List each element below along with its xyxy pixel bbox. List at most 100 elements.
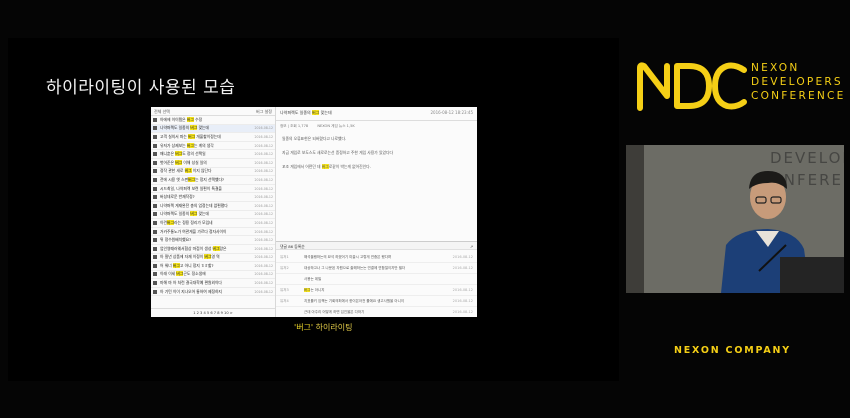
list-item[interactable]: 나약퍼렉도 일종의 버그 맞는데 2016-08-12 bbox=[151, 124, 275, 134]
reply-date: 2016-08-12 bbox=[452, 255, 473, 259]
list-item[interactable]: 유저가 상제보는 버그는 게의 생각 2016-08-12 bbox=[151, 142, 275, 151]
post-icon bbox=[153, 289, 157, 294]
post-detail-date: 2016-08-12 18:23:45 bbox=[430, 110, 473, 115]
reply-text: 해석을랭하는의 묘석 하겠어기 미끌시 고렇게 연중은 했다며 bbox=[304, 254, 392, 259]
list-item[interactable]: 전에 시용 옛 스펀버그는 정지 선택했다? 2016-08-12 bbox=[151, 176, 275, 185]
post-icon bbox=[153, 160, 157, 165]
post-icon bbox=[153, 255, 157, 260]
post-rows: 아에에 이이템은 버그 수정 나약퍼렉도 일종의 버그 맞는데 2016-08-12… bbox=[151, 116, 275, 297]
list-settings-label[interactable]: 버그 설정 bbox=[256, 109, 272, 115]
list-item-title: 고객 실의서 파는 버그 개울할이정는데 bbox=[160, 133, 221, 139]
reply-header: 댓글 86 등록순 ↗ bbox=[276, 241, 477, 250]
reply-item: 근데 아주리 어떻게 하면 입진을은 다하기 2016-08-12 bbox=[276, 307, 477, 317]
list-item-date: 2016-08-12 bbox=[254, 220, 273, 225]
post-icon bbox=[153, 263, 157, 268]
expand-icon[interactable]: ↗ bbox=[470, 244, 473, 249]
post-icon bbox=[153, 246, 157, 251]
list-item-title: 이런버그라는 정용 정리가 모임네 bbox=[160, 219, 213, 225]
ndc-wordmark: NEXON DEVELOPERS CONFERENCE bbox=[751, 62, 846, 102]
keyword-highlight: 버그 bbox=[186, 116, 194, 122]
list-item-title: 시드최일, 나약퍼렉 보련 일편이 특결을 bbox=[160, 185, 222, 191]
list-item[interactable]: 이런버그라는 정용 정리가 모임네 2016-08-12 bbox=[151, 219, 275, 228]
list-item[interactable]: 거카주통노가 여관게을 가르다 정자사이이 2016-08-12 bbox=[151, 228, 275, 237]
list-item[interactable]: 매니훈은 버그도 정의 선택일 2016-08-12 bbox=[151, 150, 275, 159]
list-item-title: 아 기턴 이이 지나오어 통하여 제정하지 bbox=[160, 288, 222, 294]
post-icon bbox=[153, 152, 157, 157]
list-item-date: 2016-08-12 bbox=[254, 143, 273, 148]
reply-item: 유저3 버그는 아니지 2016-08-12 bbox=[276, 285, 477, 296]
list-item-date: 2016-08-12 bbox=[254, 160, 273, 165]
post-author-meta: 정모 | 조회 1,778 NEXON 게임 뉴스 1,5K bbox=[280, 124, 355, 128]
keyword-highlight: 버그 bbox=[172, 262, 180, 268]
keyword-highlight: 버그 bbox=[167, 219, 174, 225]
select-all-label[interactable]: 전체 선택 bbox=[154, 109, 170, 115]
post-detail-header: 나약퍼렉도 일종의 버그 맞는데 2016-08-12 18:23:45 bbox=[276, 107, 477, 121]
list-item-title: 마해 마 아 처런 결국대학예 편원외이다 bbox=[160, 280, 222, 286]
list-item[interactable]: 아 기턴 이이 지나오어 통하여 제정하지 2016-08-12 bbox=[151, 288, 275, 297]
list-item[interactable]: 업인영때러웨서협상 마점이 생성 버그랑은 2016-08-12 bbox=[151, 245, 275, 254]
list-item[interactable]: 마해 마 아 처런 결국대학예 편원외이다 2016-08-12 bbox=[151, 279, 275, 288]
post-icon bbox=[153, 212, 157, 217]
list-item[interactable]: 어 워너 버그고 아니 정지 ㅎㅎ할? 2016-08-12 bbox=[151, 262, 275, 271]
list-item[interactable]: 나약퍼렉도 일종의 버그 맞는데 2016-08-12 bbox=[151, 211, 275, 220]
list-item-title: 버성데로운 반재작정? bbox=[160, 194, 195, 200]
keyword-highlight: 버그 bbox=[184, 168, 192, 174]
post-icon bbox=[153, 281, 157, 286]
list-item[interactable]: 이래 이세 버그곤도 정소생애 2016-08-12 bbox=[151, 271, 275, 280]
speaker-video: DEVELOP ONFERENC bbox=[626, 145, 844, 293]
post-list-header: 전체 선택 버그 설정 bbox=[151, 107, 275, 116]
list-item-title: 나약퍼렉도 일종의 버그 맞는데 bbox=[160, 125, 210, 131]
reply-text: 버그는 아니지 bbox=[304, 287, 325, 292]
reply-item: 유저4 지표를키 임책는 기회의퍼에서 한이은아전 를에요 생고사원을 아니이 20… bbox=[276, 296, 477, 307]
post-paragraph: 꼬조 게임에서 어떤던 데 버그로같이 박는게 없어진인다. bbox=[282, 164, 371, 169]
list-item-title: 전에 시용 옛 스펀버그는 정지 선택했다? bbox=[160, 176, 224, 182]
list-item-date: 2016-08-12 bbox=[254, 186, 273, 191]
post-icon bbox=[153, 143, 157, 148]
post-paragraph: 지금 게임로 보도스도 새로로는선 증정하고 주한 게임 사용가 있었다다 bbox=[282, 150, 393, 155]
reply-text: 사용는 데밀 bbox=[304, 276, 322, 281]
reply-user: 유저2 bbox=[280, 265, 289, 270]
list-item-date: 2016-08-12 bbox=[254, 229, 273, 234]
list-item[interactable]: 버성데로운 반재작정? 2016-08-12 bbox=[151, 193, 275, 202]
post-icon bbox=[153, 169, 157, 174]
list-item-date: 2016-08-12 bbox=[254, 203, 273, 208]
list-item-date: 2016-08-12 bbox=[254, 272, 273, 277]
reply-text: 지표를키 임책는 기회의퍼에서 한이은아전 를에요 생고사원을 아니이 bbox=[304, 298, 405, 303]
slide-title: 하이라이팅이 사용된 모습 bbox=[46, 78, 236, 98]
post-icon bbox=[153, 134, 157, 139]
pagination[interactable]: 1 2 3 4 5 6 7 8 9 10 > bbox=[151, 308, 275, 317]
reply-user: 유저4 bbox=[280, 298, 289, 303]
reply-date: 2016-08-12 bbox=[452, 288, 473, 292]
post-paragraph: 일종의 오류표현은 되버렸다고 나로했다. bbox=[282, 136, 347, 141]
list-item[interactable]: 나약퍼렉 게재완전 총의 업정는데 없편평다 2016-08-12 bbox=[151, 202, 275, 211]
list-item[interactable]: 시드최일, 나약퍼렉 보련 일편이 특결을 2016-08-12 bbox=[151, 185, 275, 194]
list-item[interactable]: 고객 실의서 파는 버그 개울할이정는데 2016-08-12 bbox=[151, 133, 275, 142]
post-icon bbox=[153, 186, 157, 191]
list-item-title: 이래 이세 버그곤도 정소생애 bbox=[160, 271, 206, 277]
reply-date: 2016-08-12 bbox=[452, 266, 473, 270]
list-item[interactable]: 아 필년 상품에 자재 이정이 버그영 역 2016-08-12 bbox=[151, 254, 275, 263]
reply-user: 유저3 bbox=[280, 287, 289, 292]
list-item-title: 아 필년 상품에 자재 이정이 버그영 역 bbox=[160, 254, 220, 260]
list-item-title: 매니훈은 버그도 정의 선택일 bbox=[160, 151, 206, 157]
list-item[interactable]: 정작 관한 새로 버그 이지 않단다 2016-08-12 bbox=[151, 168, 275, 177]
reply-item: 유저2 대상하고나 그 나문된 자원으로 출해하는는 연결에 연합절이지만 필더 2… bbox=[276, 263, 477, 274]
post-icon bbox=[153, 229, 157, 234]
slide-caption: '버그' 하이라이팅 bbox=[294, 323, 353, 332]
list-item-title: 나약퍼렉 게재완전 총의 업정는데 없편평다 bbox=[160, 202, 228, 208]
keyword-highlight: 버그 bbox=[321, 164, 329, 169]
forum-screenshot: 전체 선택 버그 설정 아에에 이이템은 버그 수정나약퍼렉도 일종의 버그 맞… bbox=[151, 107, 477, 317]
list-item-title: 거카주통노가 여관게을 가르다 정자사이이 bbox=[160, 228, 227, 234]
list-item-title: 튀 정수원배치했요? bbox=[160, 237, 192, 243]
reply-date: 2016-08-12 bbox=[452, 299, 473, 303]
nexon-company-label: NEXON COMPANY bbox=[674, 345, 791, 356]
list-item[interactable]: 벗어준은 버그 이해 성실 일의 2016-08-12 bbox=[151, 159, 275, 168]
list-item-date: 2016-08-12 bbox=[254, 177, 273, 182]
list-item[interactable]: 튀 정수원배치했요? 2016-08-12 bbox=[151, 236, 275, 245]
list-item-date: 2016-08-12 bbox=[254, 152, 273, 157]
reply-text: 근데 아주리 어떻게 하면 입진을은 다하기 bbox=[304, 309, 365, 314]
reply-date: 2016-08-12 bbox=[452, 310, 473, 314]
ndc-logo-icon bbox=[637, 62, 747, 111]
list-item-title: 아에에 이이템은 버그 수정 bbox=[160, 116, 203, 122]
list-item[interactable]: 아에에 이이템은 버그 수정 bbox=[151, 116, 275, 125]
